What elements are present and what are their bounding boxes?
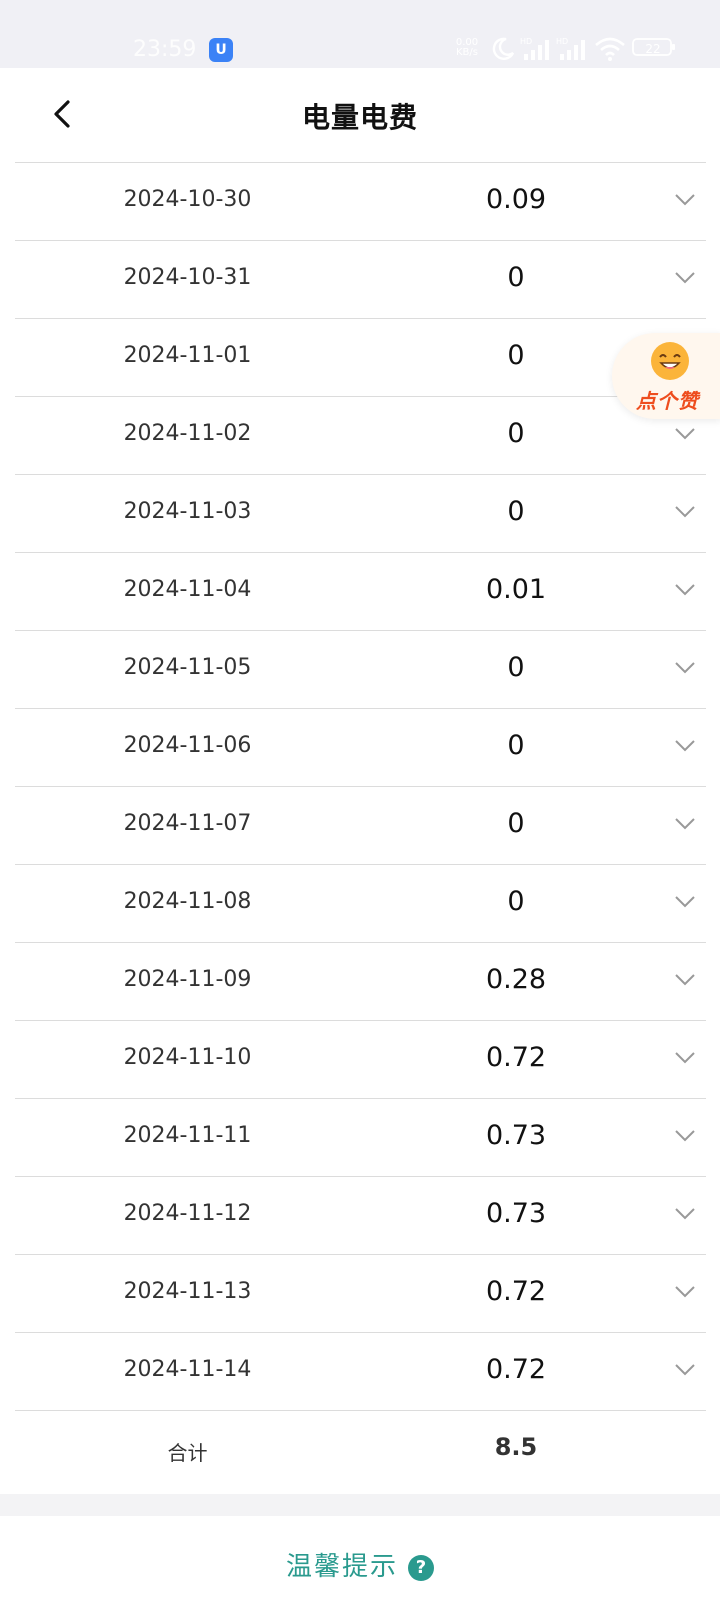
net-speed-unit: KB/s <box>456 47 478 58</box>
question-circle-icon: ? <box>408 1555 434 1581</box>
row-value: 0.72 <box>485 1276 547 1307</box>
total-label: 合计 <box>167 1441 208 1465</box>
row-date: 2024-11-12 <box>123 1201 252 1226</box>
list-item[interactable]: 2024-11-07 0 <box>15 786 706 864</box>
usage-list: 2024-10-30 0.09 2024-10-31 0 2024-11-01 … <box>15 162 706 1489</box>
list-item[interactable]: 2024-11-06 0 <box>15 708 706 786</box>
row-date: 2024-10-31 <box>123 265 252 290</box>
hd-signal-icon: HD <box>520 37 549 60</box>
status-bar: 23:59 U 0.00 KB/s HD HD 22 <box>0 0 720 68</box>
row-date: 2024-11-09 <box>123 967 252 992</box>
chevron-down-icon[interactable] <box>674 1129 696 1143</box>
list-item[interactable]: 2024-11-11 0.73 <box>15 1098 706 1176</box>
chevron-down-icon[interactable] <box>674 1207 696 1221</box>
row-value: 0 <box>507 340 525 371</box>
list-item[interactable]: 2024-11-09 0.28 <box>15 942 706 1020</box>
row-value: 0.09 <box>485 184 547 215</box>
list-item[interactable]: 2024-11-10 0.72 <box>15 1020 706 1098</box>
net-speed: 0.00 KB/s <box>450 38 484 58</box>
row-date: 2024-11-02 <box>123 421 252 446</box>
list-item[interactable]: 2024-10-30 0.09 <box>15 162 706 240</box>
row-value: 0.73 <box>485 1198 547 1229</box>
chevron-down-icon[interactable] <box>674 583 696 597</box>
row-value: 0.28 <box>485 964 547 995</box>
chevron-down-icon[interactable] <box>674 973 696 987</box>
row-value: 0 <box>507 496 525 527</box>
list-item[interactable]: 2024-11-01 0 <box>15 318 706 396</box>
chevron-down-icon[interactable] <box>674 739 696 753</box>
tips-label: 温馨提示 <box>285 1552 398 1582</box>
tips-link[interactable]: 温馨提示? <box>0 1546 720 1583</box>
svg-text:HD: HD <box>556 37 568 46</box>
like-button[interactable]: 点个赞 <box>612 333 720 419</box>
chevron-down-icon[interactable] <box>674 1051 696 1065</box>
row-value: 0 <box>507 886 525 917</box>
row-value: 0 <box>507 262 525 293</box>
smiley-emoji-icon <box>651 342 689 380</box>
moon-icon <box>492 37 515 60</box>
row-value: 0.01 <box>485 574 547 605</box>
chevron-down-icon[interactable] <box>674 505 696 519</box>
row-value: 0.73 <box>485 1120 547 1151</box>
row-value: 0 <box>507 418 525 449</box>
list-item[interactable]: 2024-11-02 0 <box>15 396 706 474</box>
chevron-down-icon[interactable] <box>674 661 696 675</box>
row-value: 0 <box>507 808 525 839</box>
section-divider <box>0 1494 720 1516</box>
list-item[interactable]: 2024-11-03 0 <box>15 474 706 552</box>
list-item[interactable]: 2024-11-12 0.73 <box>15 1176 706 1254</box>
status-time: 23:59 <box>133 37 197 62</box>
row-date: 2024-11-07 <box>123 811 252 836</box>
row-value: 0 <box>507 652 525 683</box>
list-item[interactable]: 2024-11-14 0.72 <box>15 1332 706 1410</box>
list-item[interactable]: 2024-11-13 0.72 <box>15 1254 706 1332</box>
row-date: 2024-11-06 <box>123 733 252 758</box>
row-date: 2024-11-03 <box>123 499 252 524</box>
row-value: 0 <box>507 730 525 761</box>
row-date: 2024-11-04 <box>123 577 252 602</box>
list-item[interactable]: 2024-11-08 0 <box>15 864 706 942</box>
chevron-down-icon[interactable] <box>674 1363 696 1377</box>
page-header: 电量电费 <box>0 68 720 162</box>
battery-level: 22 <box>645 42 661 56</box>
row-date: 2024-11-13 <box>123 1279 252 1304</box>
total-value: 8.5 <box>494 1433 538 1461</box>
chevron-down-icon[interactable] <box>674 895 696 909</box>
svg-text:HD: HD <box>520 37 532 46</box>
row-date: 2024-11-10 <box>123 1045 252 1070</box>
row-date: 2024-10-30 <box>123 187 252 212</box>
list-item[interactable]: 2024-10-31 0 <box>15 240 706 318</box>
row-date: 2024-11-01 <box>123 343 252 368</box>
list-item[interactable]: 2024-11-05 0 <box>15 630 706 708</box>
like-label: 点个赞 <box>636 389 699 413</box>
row-date: 2024-11-05 <box>123 655 252 680</box>
chevron-down-icon[interactable] <box>674 817 696 831</box>
chevron-down-icon[interactable] <box>674 427 696 441</box>
total-row: 合计 8.5 <box>15 1410 706 1489</box>
chevron-down-icon[interactable] <box>674 1285 696 1299</box>
row-date: 2024-11-11 <box>123 1123 252 1148</box>
row-date: 2024-11-08 <box>123 889 252 914</box>
row-value: 0.72 <box>485 1042 547 1073</box>
wifi-icon <box>595 37 625 61</box>
app-notification-icon: U <box>209 38 233 62</box>
chevron-down-icon[interactable] <box>674 271 696 285</box>
row-date: 2024-11-14 <box>123 1357 252 1382</box>
hd-signal-icon: HD <box>556 37 585 60</box>
row-value: 0.72 <box>485 1354 547 1385</box>
page-title: 电量电费 <box>301 101 418 134</box>
chevron-down-icon[interactable] <box>674 193 696 207</box>
list-item[interactable]: 2024-11-04 0.01 <box>15 552 706 630</box>
